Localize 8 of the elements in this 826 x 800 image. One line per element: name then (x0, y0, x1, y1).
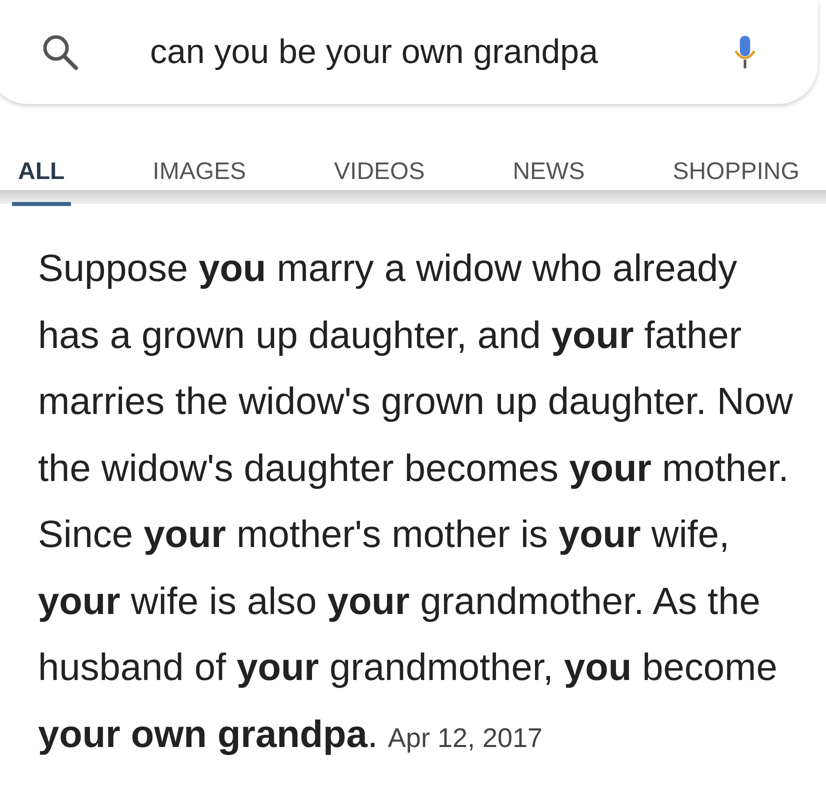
tab[interactable]: NEWS (506, 146, 591, 206)
tab[interactable]: SHOPPING (666, 146, 806, 206)
tab[interactable]: IMAGES (146, 146, 252, 206)
tab[interactable]: VIDEOS (328, 146, 431, 206)
microphone-icon[interactable] (732, 34, 758, 70)
search-field[interactable]: can you be your own grandpa (0, 0, 818, 104)
answer-snippet: Suppose you marry a widow who already has a grown up daughter, and your father marries the widow's grown up daughter. Now the widow's daughter becomes your mother. Since your mother's mother is your wife, your wife is also your grandmother. As the husband of your grandmother, you become your own grandpa. Apr 12, 2017 (38, 247, 794, 758)
search-query: can you be your own grandpa (150, 32, 599, 72)
